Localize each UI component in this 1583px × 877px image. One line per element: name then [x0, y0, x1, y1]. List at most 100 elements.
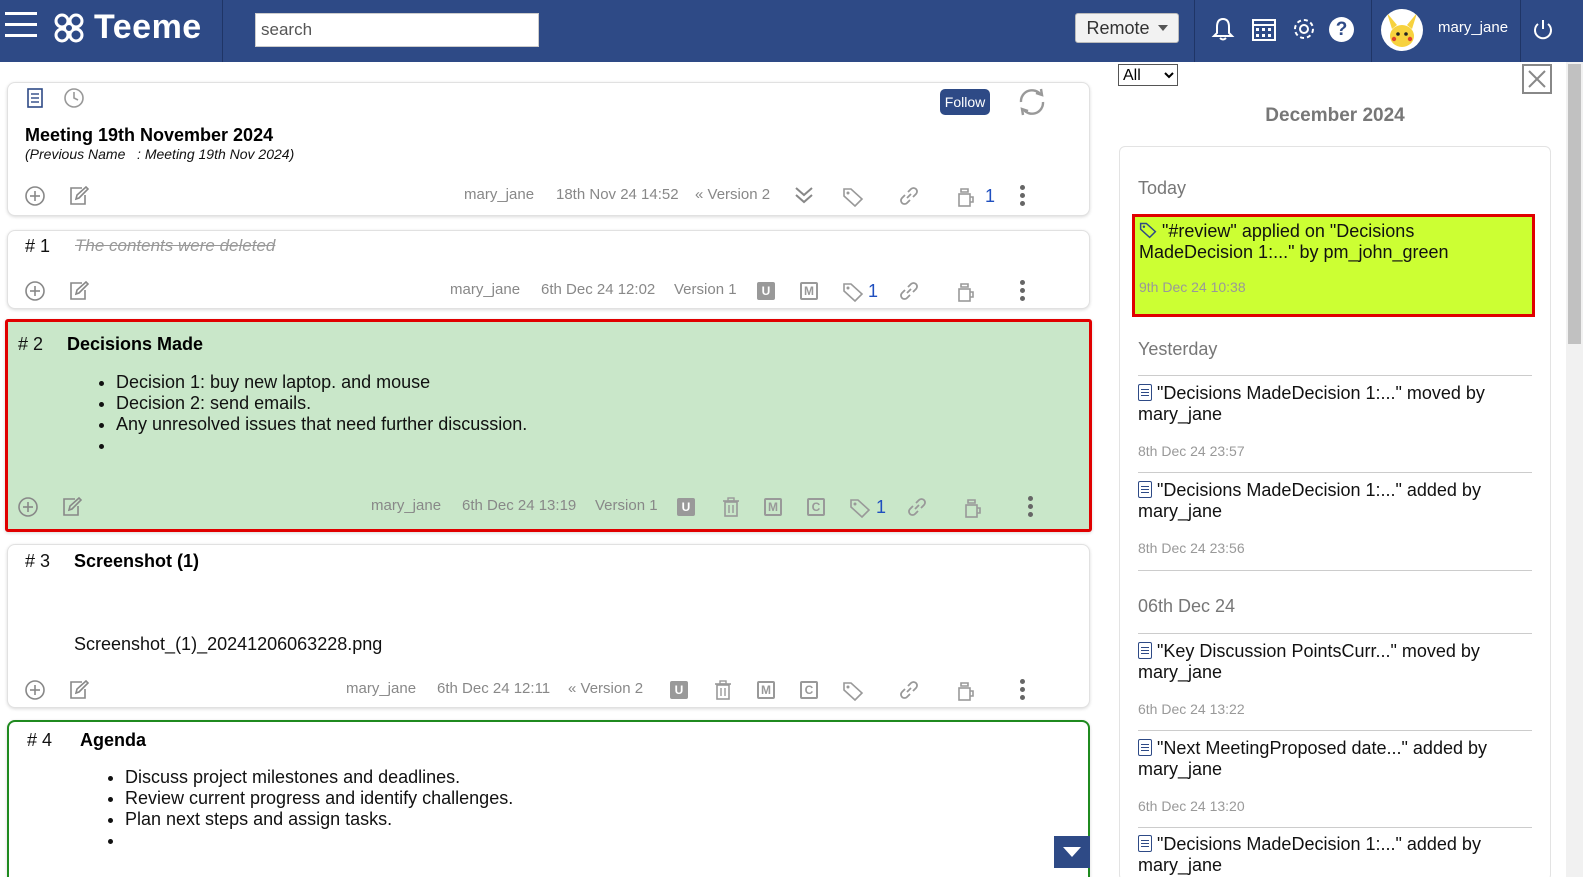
section-title: Decisions Made [67, 334, 204, 354]
edit-icon[interactable] [67, 280, 89, 302]
tag-count[interactable]: 1 [868, 281, 878, 302]
activity-text: "Next MeetingProposed date..." added by … [1138, 738, 1487, 779]
cup-icon[interactable] [962, 497, 984, 519]
list-item [125, 830, 513, 851]
edit-icon[interactable] [60, 496, 82, 518]
avatar[interactable] [1381, 9, 1423, 51]
divider [1138, 633, 1532, 634]
timestamp: 18th Nov 24 14:52 [556, 186, 679, 203]
list-item [116, 435, 527, 456]
calendar-icon[interactable] [1250, 15, 1278, 43]
notifications-bell-icon[interactable] [1209, 15, 1237, 43]
activity-text: "Decisions MadeDecision 1:..." moved by … [1138, 383, 1485, 424]
tag-count[interactable]: 1 [876, 497, 886, 518]
activity-item[interactable]: "Decisions MadeDecision 1:..." added by … [1138, 480, 1528, 559]
add-circle-icon[interactable] [17, 496, 39, 518]
author: mary_jane [371, 497, 442, 514]
activity-text: "#review" applied on "Decisions MadeDeci… [1139, 221, 1449, 262]
activity-text: "Key Discussion PointsCurr..." moved by … [1138, 641, 1480, 682]
section-number: # 2 [18, 334, 44, 354]
document-icon [1138, 481, 1152, 498]
more-options-icon[interactable] [1020, 679, 1026, 701]
header-divider [1194, 0, 1195, 62]
trash-icon[interactable] [712, 679, 734, 701]
activity-time: 6th Dec 24 13:20 [1138, 798, 1245, 814]
pikachu-avatar-icon [1387, 13, 1417, 47]
mode-dropdown[interactable]: Remote [1075, 13, 1179, 43]
copy-c-icon[interactable]: C [807, 498, 825, 516]
link-icon[interactable] [898, 185, 920, 207]
link-icon[interactable] [898, 280, 920, 302]
follow-button[interactable]: Follow [940, 89, 990, 115]
move-m-icon[interactable]: M [800, 282, 818, 300]
edit-icon[interactable] [67, 185, 89, 207]
double-chevron-down-icon[interactable] [793, 184, 815, 206]
menu-icon[interactable] [5, 12, 37, 40]
more-options-icon[interactable] [1028, 496, 1034, 518]
document-icon [1138, 835, 1152, 852]
version-label: Version 1 [595, 497, 658, 514]
link-icon[interactable] [898, 679, 920, 701]
document-icon[interactable] [24, 87, 46, 109]
help-icon[interactable]: ? [1329, 17, 1354, 42]
divider [1138, 570, 1532, 571]
header-divider [1520, 0, 1521, 62]
activity-item[interactable]: "#review" applied on "Decisions MadeDeci… [1132, 214, 1535, 317]
more-options-icon[interactable] [1020, 185, 1026, 207]
settings-gear-icon[interactable] [1290, 15, 1318, 43]
clock-icon[interactable] [63, 87, 85, 109]
teeme-logo-icon [54, 13, 84, 42]
unlock-u-icon[interactable]: U [677, 498, 695, 516]
cup-icon[interactable] [955, 186, 977, 208]
move-m-icon[interactable]: M [757, 681, 775, 699]
list-item: Any unresolved issues that need further … [116, 414, 527, 435]
scroll-down-button[interactable] [1054, 836, 1090, 868]
scrollbar-thumb[interactable] [1568, 64, 1581, 344]
activity-item[interactable]: "Decisions MadeDecision 1:..." moved by … [1138, 383, 1528, 462]
add-circle-icon[interactable] [24, 679, 46, 701]
divider [1138, 730, 1532, 731]
activity-filter-select[interactable]: All [1118, 64, 1178, 86]
version-link[interactable]: « Version 2 [568, 680, 643, 697]
edit-icon[interactable] [67, 679, 89, 701]
cup-icon[interactable] [955, 680, 977, 702]
timestamp: 6th Dec 24 13:19 [462, 497, 577, 514]
search-input[interactable] [255, 13, 539, 47]
version-label: Version 2 [580, 680, 644, 697]
activity-item[interactable]: "Decisions MadeDecision 1:..." added by … [1138, 834, 1528, 877]
tag-icon[interactable] [842, 281, 864, 303]
trash-icon[interactable] [720, 496, 742, 518]
activity-item[interactable]: "Next MeetingProposed date..." added by … [1138, 738, 1528, 817]
add-circle-icon[interactable] [24, 280, 46, 302]
unlock-u-icon[interactable]: U [670, 681, 688, 699]
version-link[interactable]: « Version 2 [695, 186, 770, 203]
power-logout-icon[interactable] [1531, 18, 1555, 42]
attachment-filename[interactable]: Screenshot_(1)_20241206063228.png [74, 634, 382, 655]
list-item: Review current progress and identify cha… [125, 788, 513, 809]
activity-item[interactable]: "Key Discussion PointsCurr..." moved by … [1138, 641, 1528, 720]
count-badge[interactable]: 1 [985, 186, 995, 207]
header-divider [1371, 0, 1372, 62]
more-options-icon[interactable] [1020, 280, 1026, 302]
refresh-icon[interactable] [1016, 87, 1048, 117]
tag-icon[interactable] [842, 680, 864, 702]
unlock-u-icon[interactable]: U [757, 282, 775, 300]
activity-time: 8th Dec 24 23:56 [1138, 540, 1245, 556]
divider [1138, 827, 1532, 828]
copy-c-icon[interactable]: C [800, 681, 818, 699]
section-number: # 1 [25, 236, 51, 256]
tag-icon[interactable] [849, 497, 871, 519]
mode-label: Remote [1086, 17, 1150, 38]
tag-icon[interactable] [842, 186, 864, 208]
move-m-icon[interactable]: M [764, 498, 782, 516]
link-icon[interactable] [906, 496, 928, 518]
app-logo[interactable]: Teeme [52, 8, 202, 47]
add-circle-icon[interactable] [24, 185, 46, 207]
close-icon[interactable] [1522, 64, 1552, 94]
username[interactable]: mary_jane [1438, 19, 1508, 36]
tag-icon [1139, 222, 1157, 239]
author: mary_jane [464, 186, 535, 203]
author: mary_jane [346, 680, 417, 697]
section-number: # 4 [27, 730, 53, 750]
cup-icon[interactable] [955, 281, 977, 303]
